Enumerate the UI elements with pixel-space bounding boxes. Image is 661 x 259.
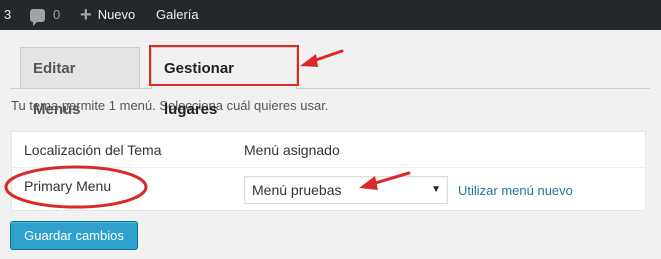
tab-baseline (10, 88, 650, 89)
dropdown-arrow-icon: ▼ (431, 184, 441, 195)
location-primary-menu: Primary Menu (24, 178, 112, 194)
use-new-menu-link[interactable]: Utilizar menú nuevo (458, 183, 573, 198)
plus-icon: + (80, 4, 92, 26)
gallery-label: Galería (156, 7, 199, 22)
save-changes-button[interactable]: Guardar cambios (10, 221, 138, 250)
menu-select-value: Menú pruebas (252, 182, 342, 198)
header-assigned-menu: Menú asignado (244, 142, 340, 158)
row-divider (12, 167, 645, 168)
tab-editar-menus[interactable]: Editar Menús (20, 47, 140, 118)
admin-bar: 3 0 + Nuevo Galería (0, 0, 661, 30)
updates-count[interactable]: 3 (4, 0, 11, 30)
comments-count: 0 (53, 7, 61, 22)
new-content-item[interactable]: + Nuevo (80, 0, 135, 30)
gallery-item[interactable]: Galería (156, 0, 199, 30)
comments-item[interactable]: 0 (30, 0, 60, 30)
menu-locations-table: Localización del Tema Menú asignado Prim… (11, 131, 646, 211)
header-location: Localización del Tema (24, 142, 162, 158)
tab-highlight-annotation (149, 45, 299, 86)
comment-bubble-icon (30, 8, 45, 26)
tab-arrow-annotation (300, 49, 344, 67)
new-label: Nuevo (97, 7, 136, 22)
menu-select[interactable]: Menú pruebas ▼ (244, 176, 448, 204)
